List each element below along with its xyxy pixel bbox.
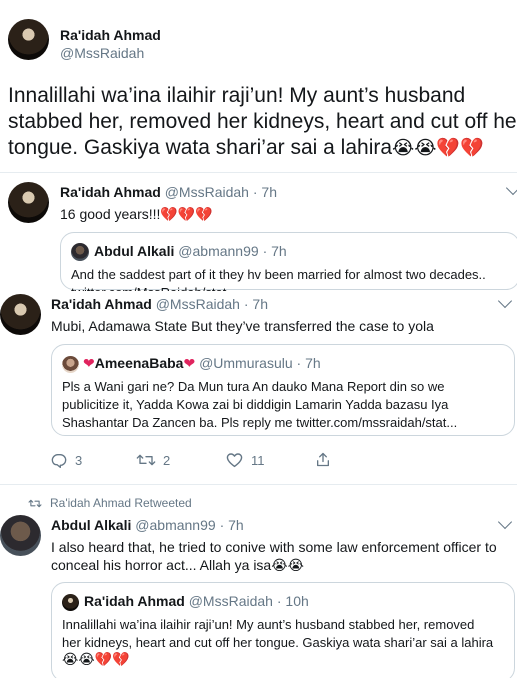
tweet-text-line: Innalillahi wa’ina ilaihir raji’un! My a… — [8, 84, 466, 107]
tweet-text-line: I also heard that, he tried to conive wi… — [51, 539, 497, 555]
tweet-header: Abdul Alkali @abmann99 · 7h — [51, 517, 244, 533]
quoted-text: And the saddest part of it they hv been … — [71, 267, 486, 282]
quoted-author-name: AmeenaBaba — [94, 355, 184, 371]
tweet-text: 16 good years!!!💔💔💔 — [60, 206, 213, 223]
avatar[interactable] — [0, 515, 41, 556]
reply-icon — [51, 454, 67, 468]
emoji-group: 💔💔💔 — [160, 206, 213, 222]
retweet-icon — [28, 499, 42, 507]
timestamp[interactable]: · 7h — [244, 296, 268, 312]
quoted-author-handle: @abmann99 — [178, 243, 259, 259]
retweet-icon — [136, 454, 156, 466]
quoted-text-line: Pls a Wani gari ne? Da Mun tura An dauko… — [62, 379, 445, 394]
quoted-author-handle: @Ummurasulu — [199, 355, 293, 371]
tweet-text: tongue. Gaskiya wata shari’ar sai a lahi… — [8, 136, 393, 159]
author-handle[interactable]: @abmann99 — [135, 517, 215, 533]
avatar — [62, 594, 79, 611]
share-icon — [317, 452, 329, 466]
quoted-author-name: Abdul Alkali — [94, 243, 175, 259]
quoted-header: Ra'idah Ahmad @MssRaidah · 10h — [84, 593, 309, 609]
quoted-tweet[interactable]: Abdul Alkali @abmann99 · 7h And the sadd… — [60, 232, 517, 291]
quoted-text-line: publicitize it, Yadda Kowa zai bi diddig… — [62, 397, 449, 412]
author-handle[interactable]: @MssRaidah — [156, 296, 240, 312]
chevron-down-icon[interactable] — [505, 180, 517, 196]
like-count: 11 — [251, 452, 265, 468]
retweet-count: 2 — [163, 452, 171, 468]
avatar[interactable] — [0, 294, 41, 335]
tweet-header: Ra'idah Ahmad @MssRaidah · 7h — [51, 296, 268, 312]
divider — [0, 172, 517, 173]
quoted-tweet[interactable]: Ra'idah Ahmad @MssRaidah · 10h Innalilla… — [51, 582, 515, 678]
quoted-tweet[interactable]: ❤AmeenaBaba❤ @Ummurasulu · 7h Pls a Wani… — [51, 344, 515, 436]
quoted-timestamp: · 7h — [296, 355, 321, 371]
tweet-text-line: stabbed her, removed her kidneys, heart … — [8, 110, 517, 133]
author-name[interactable]: Ra'idah Ahmad — [60, 184, 161, 200]
author-name[interactable]: Ra'idah Ahmad — [60, 27, 161, 43]
avatar[interactable] — [8, 19, 49, 60]
quoted-text-overflow: twitter.com/MssRaidah/stat... — [71, 285, 237, 291]
heart-icon — [226, 453, 243, 468]
quoted-header: Abdul Alkali @abmann99 · 7h — [94, 243, 287, 259]
tweet-header: Ra'idah Ahmad @MssRaidah · 7h — [60, 184, 277, 200]
heart-icon: ❤ — [83, 355, 95, 371]
quoted-text-line: Innalillahi wa’ina ilaihir raji’un! My a… — [62, 617, 475, 632]
tweet-text-content: conceal his horror act... Allah ya isa — [51, 557, 272, 573]
timestamp[interactable]: · 7h — [220, 517, 244, 533]
chevron-down-icon[interactable] — [497, 514, 513, 530]
emoji-group: 😭😭💔💔 — [392, 138, 484, 159]
author-handle[interactable]: @MssRaidah — [165, 184, 249, 200]
avatar — [62, 356, 79, 373]
avatar[interactable] — [8, 182, 49, 223]
quoted-timestamp: · 10h — [276, 593, 309, 609]
author-handle[interactable]: @MssRaidah — [60, 45, 144, 61]
chevron-down-icon[interactable] — [497, 293, 513, 309]
heart-icon: ❤ — [183, 355, 196, 371]
retweet-context-label: Ra'idah Ahmad Retweeted — [50, 496, 192, 510]
avatar — [71, 243, 89, 261]
quoted-timestamp: · 7h — [262, 243, 287, 259]
tweet-text-line: conceal his horror act... Allah ya isa😭😭 — [51, 557, 304, 574]
like-button[interactable]: 11 — [226, 451, 265, 469]
quoted-author-handle: @MssRaidah — [188, 593, 273, 609]
tweet-text-line: tongue. Gaskiya wata shari’ar sai a lahi… — [8, 136, 484, 160]
reply-button[interactable]: 3 — [51, 451, 82, 469]
divider — [0, 484, 517, 485]
quoted-author-name: Ra'idah Ahmad — [84, 593, 185, 609]
share-button[interactable] — [315, 450, 331, 468]
tweet-text-content: 16 good years!!! — [60, 206, 161, 222]
quoted-header: ❤AmeenaBaba❤ @Ummurasulu · 7h — [83, 355, 321, 372]
tweet-text: Mubi, Adamawa State But they’ve transfer… — [51, 318, 434, 334]
author-name[interactable]: Abdul Alkali — [51, 517, 131, 533]
emoji-group: 😭😭 — [271, 557, 304, 573]
author-name[interactable]: Ra'idah Ahmad — [51, 296, 152, 312]
retweet-context[interactable]: Ra'idah Ahmad Retweeted — [28, 496, 192, 510]
quoted-text-line: Shashantar Da Zancen ba. Pls reply me tw… — [62, 415, 458, 430]
emoji-group: 😭😭💔💔 — [62, 651, 130, 667]
quoted-text-line: her kidneys, heart and cut off her tongu… — [62, 635, 494, 650]
reply-count: 3 — [75, 452, 83, 468]
timestamp[interactable]: · 7h — [253, 184, 277, 200]
retweet-button[interactable]: 2 — [136, 451, 170, 469]
